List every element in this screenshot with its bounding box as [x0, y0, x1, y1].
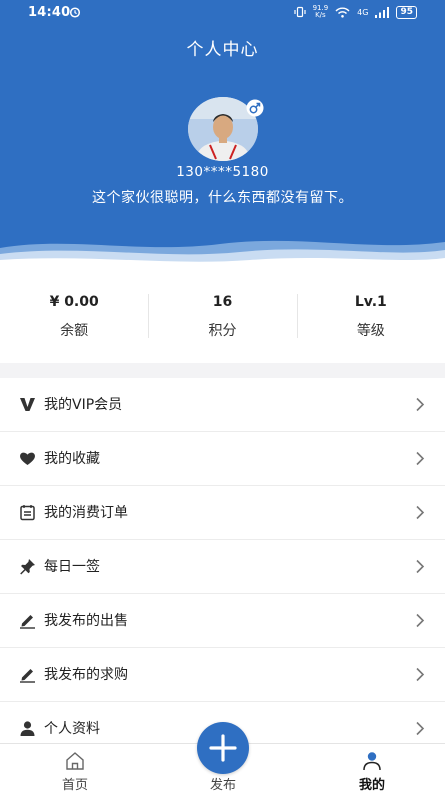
stat-points[interactable]: 16 积分	[148, 268, 296, 363]
nav-item-home[interactable]: 首页	[25, 744, 125, 796]
home-icon	[66, 752, 84, 770]
chevron-right-icon	[416, 451, 425, 466]
menu-item-my-requests[interactable]: 我发布的求购	[0, 648, 445, 702]
publish-button[interactable]	[197, 722, 249, 774]
user-phone: 130****5180	[176, 164, 269, 180]
stat-value: ¥ 0.00	[49, 294, 99, 310]
menu-list: 我的VIP会员 我的收藏 我的消费订单 每日一签 我发布的出售 我发布的求购 个…	[0, 378, 445, 756]
menu-item-label: 我发布的求购	[44, 667, 128, 683]
menu-item-label: 我发布的出售	[44, 613, 128, 629]
menu-item-label: 每日一签	[44, 559, 100, 575]
heart-icon	[20, 452, 35, 465]
nav-label: 发布	[209, 778, 236, 793]
edit-icon	[20, 669, 35, 683]
menu-item-label: 个人资料	[44, 721, 100, 737]
stat-balance[interactable]: ¥ 0.00 余额	[0, 268, 148, 363]
stat-label: 等级	[356, 323, 385, 339]
chevron-right-icon	[416, 613, 425, 628]
menu-item-label: 我的消费订单	[44, 505, 128, 521]
vibrate-icon	[293, 6, 306, 18]
order-icon	[20, 505, 35, 521]
chevron-right-icon	[416, 721, 425, 736]
page-title: 个人中心	[186, 40, 259, 60]
chevron-right-icon	[416, 667, 425, 682]
pin-icon	[20, 559, 35, 575]
edit-icon	[20, 615, 35, 629]
stat-label: 积分	[208, 323, 237, 339]
wifi-icon	[335, 7, 350, 18]
battery-indicator: 95	[396, 5, 417, 19]
stat-level[interactable]: Lv.1 等级	[296, 268, 445, 363]
plus-icon	[209, 734, 237, 762]
vip-icon	[20, 398, 35, 411]
user-bio: 这个家伙很聪明，什么东西都没有留下。	[92, 190, 353, 206]
menu-item-orders[interactable]: 我的消费订单	[0, 486, 445, 540]
status-bar: 14:40 91.9 K/s 4G 95	[0, 0, 445, 26]
male-gender-icon	[246, 99, 264, 117]
chevron-right-icon	[416, 505, 425, 520]
chevron-right-icon	[416, 559, 425, 574]
account-stats: ¥ 0.00 余额 16 积分 Lv.1 等级	[0, 268, 445, 363]
signal-icon	[375, 6, 390, 18]
menu-item-vip[interactable]: 我的VIP会员	[0, 378, 445, 432]
user-icon	[20, 721, 35, 736]
chevron-right-icon	[416, 397, 425, 412]
nav-item-mine[interactable]: 我的	[322, 744, 422, 796]
alarm-icon	[69, 7, 81, 18]
net-speed: 91.9 K/s	[312, 4, 329, 19]
menu-item-label: 我的收藏	[44, 451, 100, 467]
menu-item-my-sales[interactable]: 我发布的出售	[0, 594, 445, 648]
menu-item-favorites[interactable]: 我的收藏	[0, 432, 445, 486]
nav-label: 首页	[61, 778, 88, 793]
menu-item-label: 我的VIP会员	[44, 397, 123, 413]
nav-label: 我的	[358, 778, 385, 793]
header-wave-decoration	[0, 240, 445, 268]
stat-value: 16	[212, 294, 233, 310]
user-icon	[363, 752, 381, 771]
stat-value: Lv.1	[354, 294, 387, 310]
status-time: 14:40	[28, 5, 71, 20]
stat-label: 余额	[60, 323, 89, 339]
profile-header: 14:40 91.9 K/s 4G 95 个人中心 130****5180 这个…	[0, 0, 445, 268]
signal-label: 4G	[357, 7, 369, 17]
menu-item-daily-checkin[interactable]: 每日一签	[0, 540, 445, 594]
